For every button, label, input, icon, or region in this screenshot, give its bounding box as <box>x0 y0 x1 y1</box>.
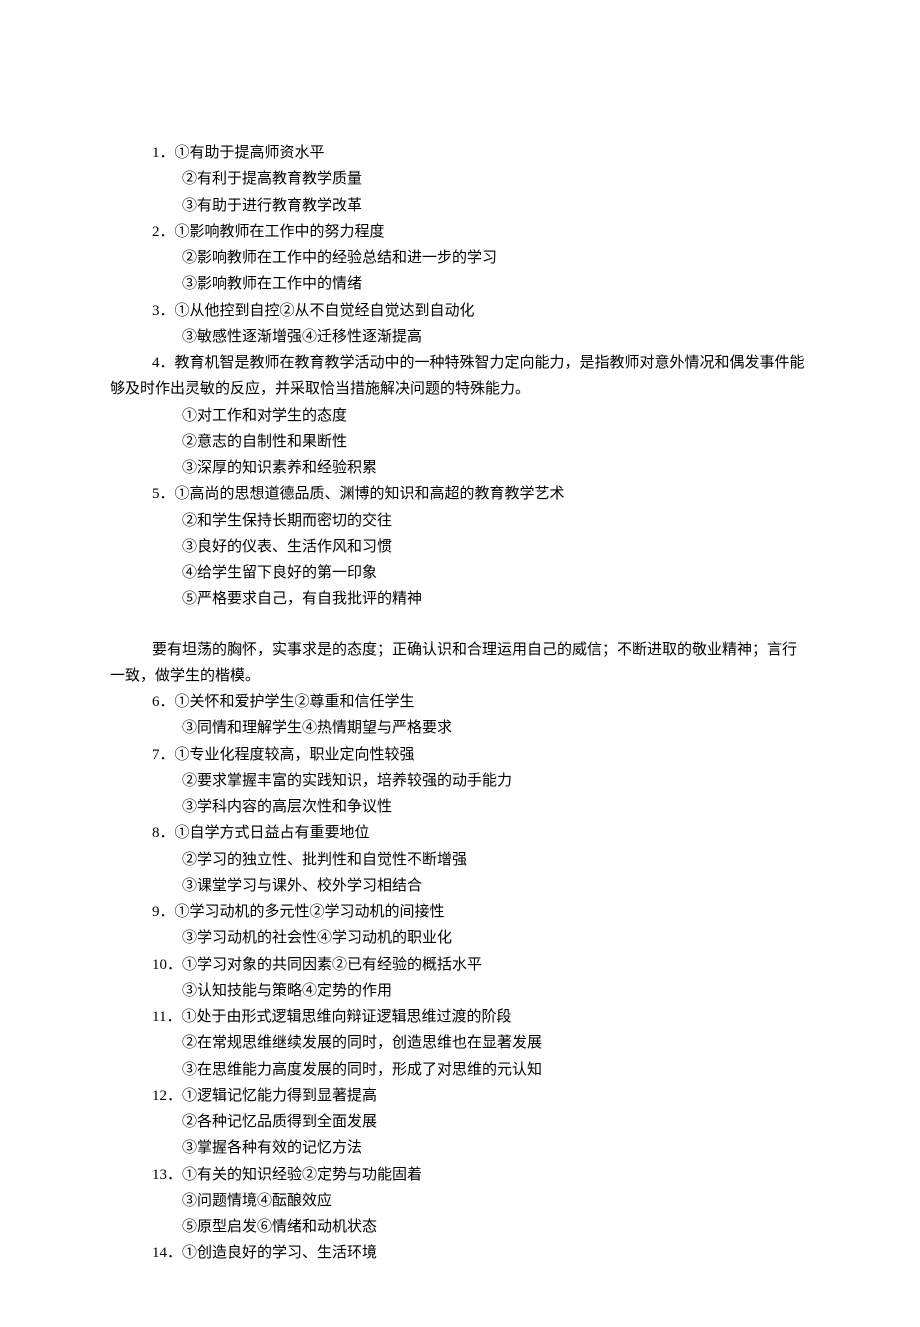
text-line: ②影响教师在工作中的经验总结和进一步的学习 <box>110 245 810 271</box>
text-line: ③深厚的知识素养和经验积累 <box>110 455 810 481</box>
text-line: ③课堂学习与课外、校外学习相结合 <box>110 873 810 899</box>
text-line: 要有坦荡的胸怀，实事求是的态度；正确认识和合理运用自己的威信；不断进取的敬业精神… <box>110 637 810 663</box>
text-line: ②在常规思维继续发展的同时，创造思维也在显著发展 <box>110 1030 810 1056</box>
text-line: ③问题情境④酝酿效应 <box>110 1188 810 1214</box>
text-line: 够及时作出灵敏的反应，并采取恰当措施解决问题的特殊能力。 <box>110 376 810 402</box>
text-line: ③在思维能力高度发展的同时，形成了对思维的元认知 <box>110 1057 810 1083</box>
text-line: 8．①自学方式日益占有重要地位 <box>110 820 810 846</box>
text-line: 13．①有关的知识经验②定势与功能固着 <box>110 1162 810 1188</box>
text-line: ⑤原型启发⑥情绪和动机状态 <box>110 1214 810 1240</box>
text-line: 2．①影响教师在工作中的努力程度 <box>110 219 810 245</box>
document-page: 1．①有助于提高师资水平②有利于提高教育教学质量③有助于进行教育教学改革2．①影… <box>0 0 920 1327</box>
text-line: ②学习的独立性、批判性和自觉性不断增强 <box>110 847 810 873</box>
text-line: ③学科内容的高层次性和争议性 <box>110 794 810 820</box>
text-line: ③掌握各种有效的记忆方法 <box>110 1135 810 1161</box>
text-line: 3．①从他控到自控②从不自觉经自觉达到自动化 <box>110 298 810 324</box>
text-line: ②有利于提高教育教学质量 <box>110 166 810 192</box>
text-line: 6．①关怀和爱护学生②尊重和信任学生 <box>110 689 810 715</box>
text-line: ②意志的自制性和果断性 <box>110 429 810 455</box>
text-line: 9．①学习动机的多元性②学习动机的间接性 <box>110 899 810 925</box>
text-line: ②各种记忆品质得到全面发展 <box>110 1109 810 1135</box>
text-line: 12．①逻辑记忆能力得到显著提高 <box>110 1083 810 1109</box>
text-line: 一致，做学生的楷模。 <box>110 663 810 689</box>
text-line: ③良好的仪表、生活作风和习惯 <box>110 534 810 560</box>
text-line: 7．①专业化程度较高，职业定向性较强 <box>110 742 810 768</box>
text-line: ①对工作和对学生的态度 <box>110 403 810 429</box>
text-line: ③认知技能与策略④定势的作用 <box>110 978 810 1004</box>
text-line: 11．①处于由形式逻辑思维向辩证逻辑思维过渡的阶段 <box>110 1004 810 1030</box>
text-line: 1．①有助于提高师资水平 <box>110 140 810 166</box>
text-line: ③学习动机的社会性④学习动机的职业化 <box>110 925 810 951</box>
text-line: 4．教育机智是教师在教育教学活动中的一种特殊智力定向能力，是指教师对意外情况和偶… <box>110 350 810 376</box>
text-line: ③敏感性逐渐增强④迁移性逐渐提高 <box>110 324 810 350</box>
text-line: ④给学生留下良好的第一印象 <box>110 560 810 586</box>
text-line: ②和学生保持长期而密切的交往 <box>110 508 810 534</box>
text-line: ③影响教师在工作中的情绪 <box>110 271 810 297</box>
text-line: ③有助于进行教育教学改革 <box>110 193 810 219</box>
text-line: 10．①学习对象的共同因素②已有经验的概括水平 <box>110 952 810 978</box>
blank-line <box>110 613 810 637</box>
text-line: ②要求掌握丰富的实践知识，培养较强的动手能力 <box>110 768 810 794</box>
text-line: ⑤严格要求自己，有自我批评的精神 <box>110 586 810 612</box>
text-line: 5．①高尚的思想道德品质、渊博的知识和高超的教育教学艺术 <box>110 481 810 507</box>
text-line: ③同情和理解学生④热情期望与严格要求 <box>110 715 810 741</box>
text-line: 14．①创造良好的学习、生活环境 <box>110 1240 810 1266</box>
